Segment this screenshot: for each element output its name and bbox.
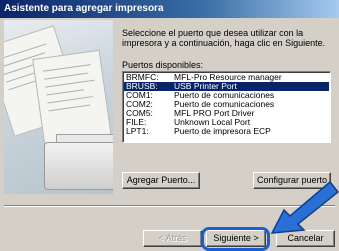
port-row-lpt1[interactable]: LPT1: Puerto de impresora ECP xyxy=(124,127,329,136)
add-port-button[interactable]: Agregar Puerto... xyxy=(122,172,200,189)
ports-listbox[interactable]: BRMFC: MFL-Pro Resource manager BRUSB: U… xyxy=(122,71,331,143)
instructions-text: Seleccione el puerto que desea utilizar … xyxy=(122,28,326,48)
printer-icon xyxy=(44,142,113,190)
port-desc: Puerto de impresora ECP xyxy=(174,126,271,136)
wizard-illustration xyxy=(4,20,113,194)
ports-label: Puertos disponibles: xyxy=(122,60,203,70)
port-name: LPT1: xyxy=(126,126,149,136)
back-button[interactable]: < Atrás xyxy=(143,230,202,247)
pointer-arrow-icon xyxy=(270,180,339,234)
pointer-arrow-shape xyxy=(270,180,339,234)
window-title: Asistente para agregar impresora xyxy=(0,0,339,18)
next-button-highlight-ring xyxy=(201,227,270,251)
ports-label-text: Puertos disponibles: xyxy=(122,60,204,70)
paper-sheet-front xyxy=(32,49,112,147)
